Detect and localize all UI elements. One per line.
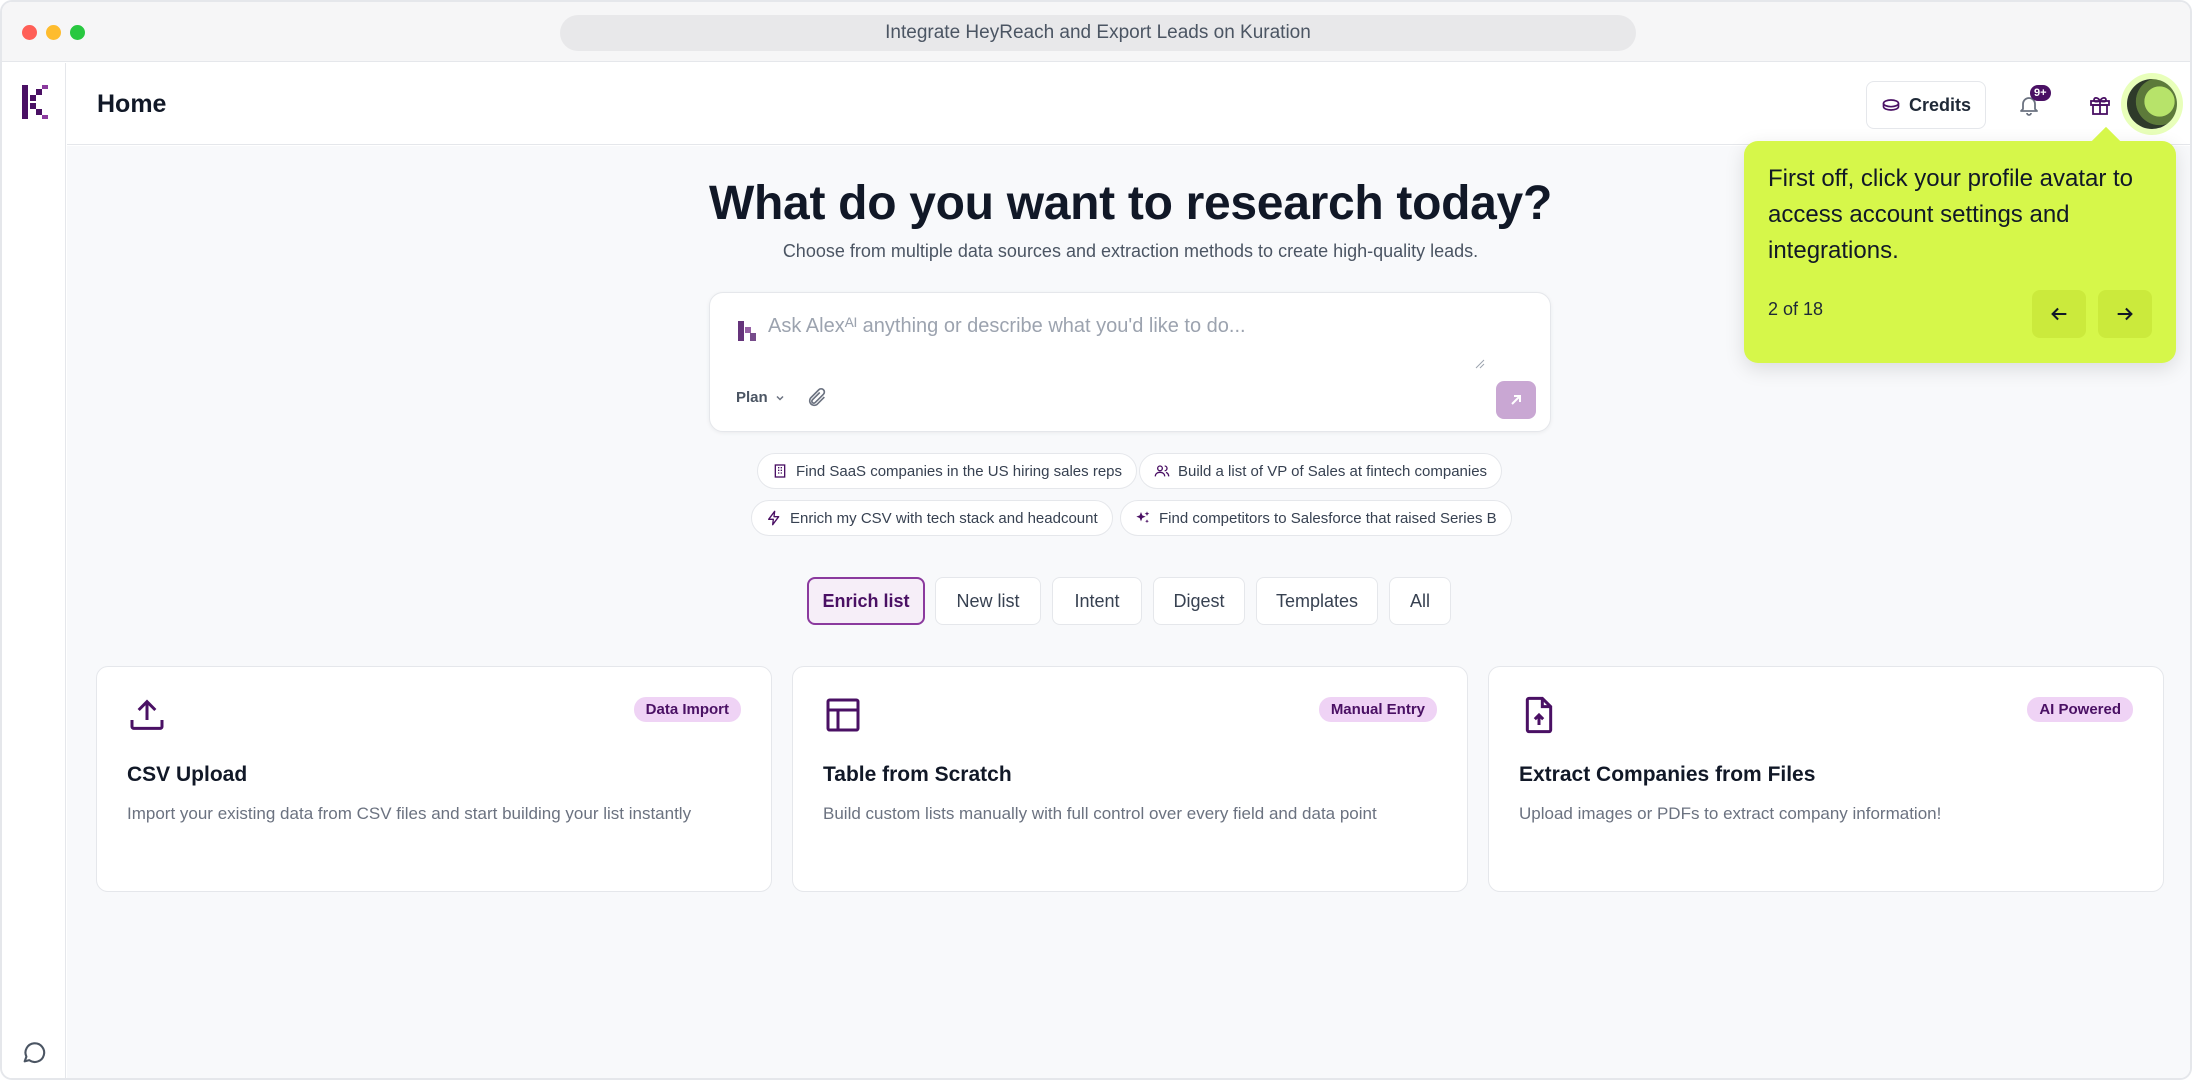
notification-badge: 9+: [2030, 85, 2051, 101]
card-title: Extract Companies from Files: [1519, 763, 1816, 786]
close-window-button[interactable]: [22, 25, 37, 40]
onboarding-tooltip: First off, click your profile avatar to …: [1744, 126, 2176, 363]
tooltip-back-button[interactable]: [2032, 290, 2086, 338]
suggestion-label: Find SaaS companies in the US hiring sal…: [796, 462, 1123, 480]
maximize-window-button[interactable]: [70, 25, 85, 40]
gift-icon[interactable]: [2088, 93, 2112, 117]
tooltip-step-counter: 2 of 18: [1768, 299, 1824, 319]
chevron-down-icon: [776, 395, 784, 401]
suggestion-chip[interactable]: Find competitors to Salesforce that rais…: [1120, 500, 1512, 536]
suggestion-label: Enrich my CSV with tech stack and headco…: [790, 509, 1098, 527]
card-description: Upload images or PDFs to extract company…: [1519, 804, 1942, 823]
chat-icon[interactable]: [20, 1038, 48, 1066]
coins-icon: [1882, 99, 1900, 111]
building-icon: [774, 464, 786, 478]
arrow-up-right-icon: [1511, 395, 1521, 405]
credits-label: Credits: [1908, 94, 1971, 115]
tab-templates[interactable]: Templates: [1256, 577, 1378, 625]
tab-enrich-list[interactable]: Enrich list: [807, 577, 925, 625]
extract-companies-card[interactable]: AI Powered Extract Companies from Files …: [1488, 666, 2164, 892]
card-title: Table from Scratch: [823, 763, 1012, 786]
tab-new-list[interactable]: New list: [935, 577, 1041, 625]
card-description: Import your existing data from CSV files…: [127, 804, 692, 823]
ask-alex-input[interactable]: [768, 315, 1508, 375]
arrow-left-icon: [2051, 307, 2067, 321]
suggestion-chip[interactable]: Build a list of VP of Sales at fintech c…: [1139, 453, 1503, 489]
plan-dropdown[interactable]: Plan: [736, 389, 786, 406]
card-badge: Manual Entry: [1318, 697, 1437, 722]
card-badge: Data Import: [633, 697, 741, 722]
kuration-logo-icon[interactable]: [22, 85, 48, 119]
profile-avatar[interactable]: [2127, 79, 2177, 129]
minimize-window-button[interactable]: [46, 25, 61, 40]
suggestion-label: Find competitors to Salesforce that rais…: [1159, 509, 1497, 527]
alex-ai-icon: [738, 321, 756, 341]
tab-all[interactable]: All: [1389, 577, 1451, 625]
file-upload-icon: [1525, 696, 1553, 734]
suggestion-chip[interactable]: Find SaaS companies in the US hiring sal…: [757, 453, 1138, 489]
table-icon: [826, 698, 860, 732]
arrow-right-icon: [2117, 307, 2133, 321]
lightning-icon: [768, 510, 780, 526]
card-title: CSV Upload: [127, 763, 248, 786]
tooltip-next-button[interactable]: [2098, 290, 2152, 338]
send-button[interactable]: [1496, 381, 1536, 419]
table-from-scratch-card[interactable]: Manual Entry Table from Scratch Build cu…: [792, 666, 1468, 892]
upload-icon: [130, 699, 164, 730]
sidebar: [2, 63, 66, 1078]
credits-button[interactable]: Credits: [1866, 81, 1986, 129]
app-window: Integrate HeyReach and Export Leads on K…: [0, 0, 2192, 1080]
resize-handle-icon[interactable]: [1475, 359, 1485, 369]
page-title: Home: [97, 90, 167, 118]
paperclip-icon[interactable]: [806, 387, 828, 409]
address-bar[interactable]: Integrate HeyReach and Export Leads on K…: [560, 15, 1636, 51]
plan-label: Plan: [736, 389, 768, 406]
title-bar: Integrate HeyReach and Export Leads on K…: [2, 2, 2190, 62]
tab-intent[interactable]: Intent: [1052, 577, 1142, 625]
suggestion-chip[interactable]: Enrich my CSV with tech stack and headco…: [751, 500, 1113, 536]
csv-upload-card[interactable]: Data Import CSV Upload Import your exist…: [96, 666, 772, 892]
suggestion-label: Build a list of VP of Sales at fintech c…: [1178, 462, 1488, 480]
tab-digest[interactable]: Digest: [1153, 577, 1245, 625]
sparkles-icon: [1136, 511, 1150, 524]
tooltip-text: First off, click your profile avatar to …: [1768, 165, 2134, 264]
top-header: Home Credits 9+: [67, 63, 2190, 145]
users-icon: [1154, 465, 1170, 477]
ask-alex-box: Plan: [709, 292, 1551, 432]
card-description: Build custom lists manually with full co…: [823, 804, 1377, 823]
card-badge: AI Powered: [2027, 697, 2133, 722]
